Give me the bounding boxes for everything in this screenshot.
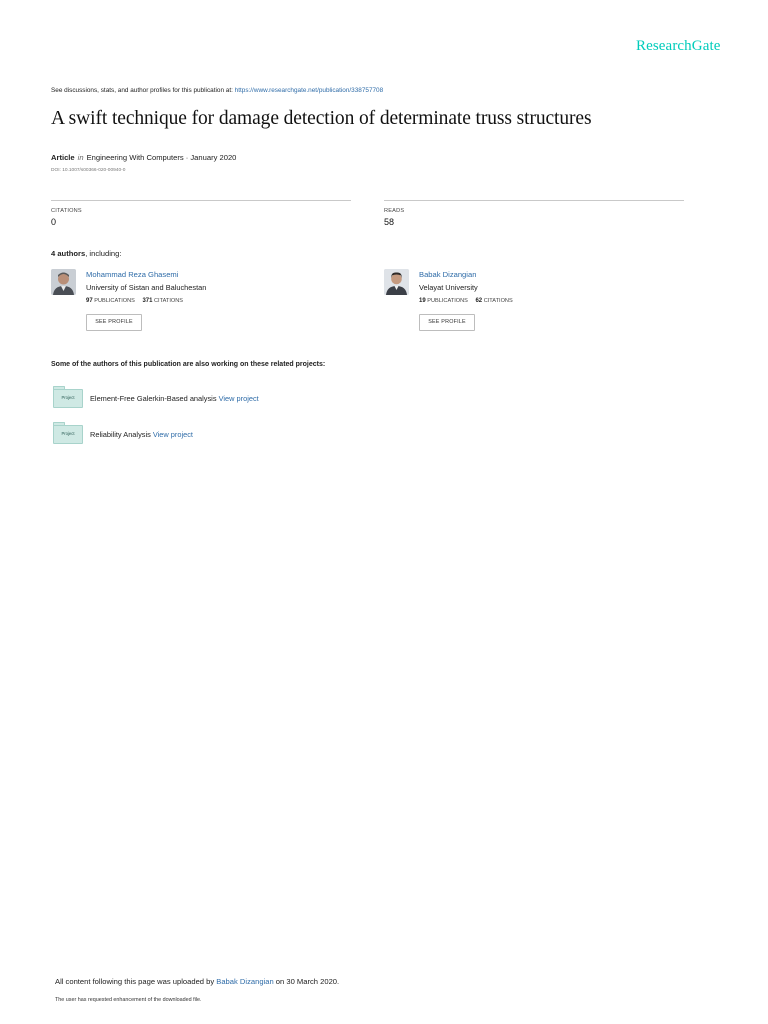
authors-heading: 4 authors, including: (51, 249, 122, 258)
citations-label: CITATIONS (51, 208, 82, 214)
author-affiliation: University of Sistan and Baluchestan (86, 283, 207, 292)
in-word: in (77, 153, 84, 162)
author-stats: 19 PUBLICATIONS 62 CITATIONS (419, 298, 513, 304)
see-profile-button[interactable]: SEE PROFILE (86, 314, 142, 331)
author-card: Mohammad Reza Ghasemi University of Sist… (51, 269, 351, 334)
project-folder-icon: Project (53, 422, 83, 444)
author-card: Babak Dizangian Velayat University 19 PU… (384, 269, 684, 334)
discussion-line: See discussions, stats, and author profi… (51, 87, 383, 94)
publications-count: 97 (86, 298, 93, 304)
publication-meta: Article in Engineering With Computers · Ja… (51, 153, 236, 162)
avatar[interactable] (51, 269, 76, 295)
publications-label: PUBLICATIONS (427, 298, 468, 304)
researchgate-logo[interactable]: ResearchGate (636, 38, 720, 55)
project-folder-icon: Project (53, 386, 83, 408)
project-item: Project Element-Free Galerkin-Based anal… (53, 386, 453, 410)
authors-heading-rest: , including: (85, 249, 122, 258)
publication-doi: DOI: 10.1007/s00366-020-00940-0 (51, 168, 126, 173)
upload-suffix: on 30 March 2020. (273, 977, 340, 986)
author-affiliation: Velayat University (419, 283, 478, 292)
publication-venue: Engineering With Computers · January 202… (86, 153, 237, 162)
project-icon-label: Project (61, 395, 75, 400)
author-name[interactable]: Mohammad Reza Ghasemi (86, 270, 178, 279)
author-stats: 97 PUBLICATIONS 371 CITATIONS (86, 298, 183, 304)
reads-stat: READS 58 (384, 200, 684, 227)
author-citations-label: CITATIONS (154, 298, 184, 304)
citations-value: 0 (51, 217, 57, 227)
avatar[interactable] (384, 269, 409, 295)
author-citations-label: CITATIONS (483, 298, 513, 304)
citations-stat: CITATIONS 0 (51, 200, 351, 227)
see-profile-button[interactable]: SEE PROFILE (419, 314, 475, 331)
project-name: Element-Free Galerkin-Based analysis (90, 394, 217, 403)
project-name: Reliability Analysis (90, 430, 151, 439)
view-project-link[interactable]: View project (219, 394, 259, 403)
project-text: Element-Free Galerkin-Based analysis Vie… (90, 394, 259, 403)
reads-value: 58 (384, 217, 395, 227)
authors-count: 4 authors (51, 249, 86, 258)
project-text: Reliability Analysis View project (90, 430, 193, 439)
related-projects-heading: Some of the authors of this publication … (51, 361, 326, 368)
publication-url-link[interactable]: https://www.researchgate.net/publication… (235, 87, 384, 94)
upload-prefix: All content following this page was uplo… (55, 977, 217, 986)
project-item: Project Reliability Analysis View projec… (53, 422, 453, 446)
author-citations-count: 371 (142, 298, 153, 304)
publication-type: Article (51, 153, 75, 162)
author-name[interactable]: Babak Dizangian (419, 270, 476, 279)
person-photo-icon (51, 269, 76, 295)
publication-title: A swift technique for damage detection o… (51, 108, 592, 129)
person-photo-icon (384, 269, 409, 295)
project-icon-label: Project (61, 431, 75, 436)
discussion-prefix: See discussions, stats, and author profi… (51, 87, 235, 94)
reads-label: READS (384, 208, 405, 214)
author-citations-count: 62 (475, 298, 483, 304)
publications-count: 19 (419, 298, 426, 304)
upload-notice: All content following this page was uplo… (55, 977, 339, 986)
publications-label: PUBLICATIONS (94, 298, 135, 304)
view-project-link[interactable]: View project (153, 430, 193, 439)
uploader-link[interactable]: Babak Dizangian (216, 977, 273, 986)
enhancement-note: The user has requested enhancement of th… (55, 997, 202, 1003)
